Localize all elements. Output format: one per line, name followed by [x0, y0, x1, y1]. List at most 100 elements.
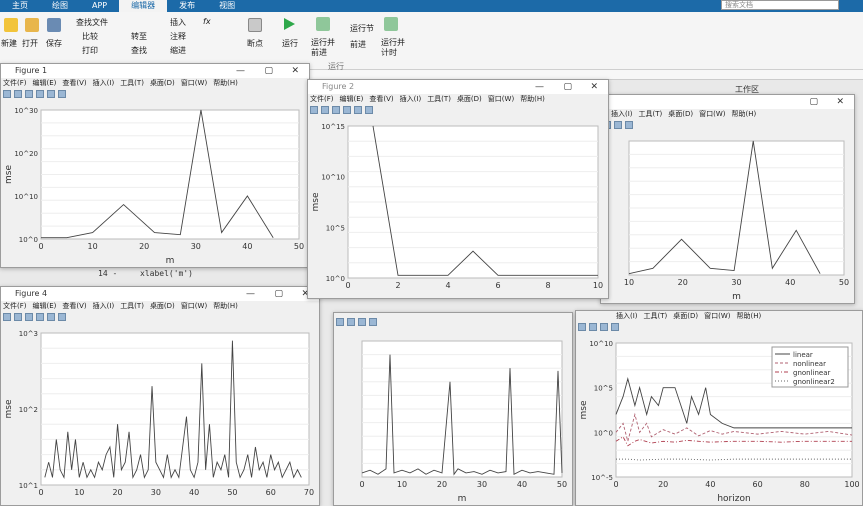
- tool-icon[interactable]: [347, 318, 355, 326]
- figure-1-window[interactable]: Figure 1— ▢ ✕ 文件(F) 编辑(E) 查看(V) 插入(I) 工具(T) 桌面(…: [0, 63, 310, 268]
- tool-icon[interactable]: [58, 90, 66, 98]
- menu-file[interactable]: 文件(F): [310, 95, 334, 103]
- menu-window[interactable]: 窗口(W): [699, 110, 725, 118]
- open-button[interactable]: 打开: [22, 38, 38, 49]
- figure-5-window[interactable]: 0 10 20 30 40 50 m: [333, 312, 573, 506]
- run-section-button[interactable]: 运行节: [350, 23, 374, 34]
- advance-button[interactable]: 前进: [350, 39, 366, 50]
- menu-view[interactable]: 查看(V): [62, 79, 86, 87]
- menu-window[interactable]: 窗口(W): [181, 302, 207, 310]
- menu-file[interactable]: 文件(F): [3, 302, 27, 310]
- tool-icon[interactable]: [578, 323, 586, 331]
- figure-1-toolbar: [1, 89, 309, 99]
- indent-button[interactable]: 缩进: [170, 45, 186, 56]
- find-button[interactable]: 查找: [131, 45, 147, 56]
- x-tick-label: 20: [437, 480, 447, 489]
- menu-desktop[interactable]: 桌面(D): [150, 79, 175, 87]
- menu-help[interactable]: 帮助(H): [520, 95, 545, 103]
- tool-icon[interactable]: [358, 318, 366, 326]
- fx-button[interactable]: fx: [203, 17, 211, 26]
- menu-tools[interactable]: 工具(T): [120, 79, 144, 87]
- menu-window[interactable]: 窗口(W): [181, 79, 207, 87]
- tool-icon[interactable]: [614, 121, 622, 129]
- save-button[interactable]: 保存: [46, 38, 62, 49]
- tool-icon[interactable]: [321, 106, 329, 114]
- menu-insert[interactable]: 插入(I): [93, 79, 115, 87]
- new-button[interactable]: 新建: [1, 38, 17, 49]
- tool-icon[interactable]: [343, 106, 351, 114]
- menu-help[interactable]: 帮助(H): [213, 79, 238, 87]
- tool-icon[interactable]: [47, 313, 55, 321]
- tool-icon[interactable]: [36, 313, 44, 321]
- menu-desktop[interactable]: 桌面(D): [673, 312, 698, 320]
- comment-button[interactable]: 注释: [170, 31, 186, 42]
- menu-desktop[interactable]: 桌面(D): [150, 302, 175, 310]
- y-tick-label: 10^0: [594, 429, 613, 437]
- figure-6-window[interactable]: 插入(I) 工具(T) 桌面(D) 窗口(W) 帮助(H) 0 20 40 60 80 100 10…: [575, 310, 863, 506]
- tool-icon[interactable]: [600, 323, 608, 331]
- figure-2-window[interactable]: Figure 2— ▢ ✕ 文件(F) 编辑(E) 查看(V) 插入(I) 工具(T) 桌面(…: [307, 79, 609, 299]
- menu-insert[interactable]: 插入(I): [400, 95, 422, 103]
- tool-icon[interactable]: [365, 106, 373, 114]
- menu-insert[interactable]: 插入(I): [616, 312, 638, 320]
- tool-icon[interactable]: [332, 106, 340, 114]
- goto-button[interactable]: 转至: [131, 31, 147, 42]
- tool-icon[interactable]: [25, 90, 33, 98]
- tool-icon[interactable]: [58, 313, 66, 321]
- compare-button[interactable]: 比较: [82, 31, 98, 42]
- tool-icon[interactable]: [611, 323, 619, 331]
- tool-icon[interactable]: [589, 323, 597, 331]
- print-button[interactable]: 打印: [82, 45, 98, 56]
- menu-tools[interactable]: 工具(T): [120, 302, 144, 310]
- tool-icon[interactable]: [336, 318, 344, 326]
- menu-help[interactable]: 帮助(H): [213, 302, 238, 310]
- menu-tools[interactable]: 工具(T): [644, 312, 668, 320]
- tool-icon[interactable]: [47, 90, 55, 98]
- tool-icon[interactable]: [25, 313, 33, 321]
- tool-icon[interactable]: [625, 121, 633, 129]
- tool-icon[interactable]: [14, 90, 22, 98]
- tab-plots[interactable]: 绘图: [40, 0, 80, 12]
- find-file-button[interactable]: 查找文件: [76, 17, 108, 28]
- menu-insert[interactable]: 插入(I): [93, 302, 115, 310]
- menu-tools[interactable]: 工具(T): [639, 110, 663, 118]
- tool-icon[interactable]: [354, 106, 362, 114]
- menu-help[interactable]: 帮助(H): [737, 312, 762, 320]
- figure-4-window[interactable]: Figure 4— ▢ ✕ 文件(F) 编辑(E) 查看(V) 插入(I) 工具(T) 桌面(…: [0, 286, 320, 506]
- breakpoint-button[interactable]: 断点: [247, 38, 263, 49]
- run-time-button[interactable]: 运行并 计时: [381, 38, 405, 58]
- tab-view[interactable]: 视图: [207, 0, 247, 12]
- tool-icon[interactable]: [3, 90, 11, 98]
- menu-desktop[interactable]: 桌面(D): [668, 110, 693, 118]
- tool-icon[interactable]: [14, 313, 22, 321]
- figure-4-title: Figure 4: [15, 289, 48, 298]
- run-advance-button[interactable]: 运行并 前进: [311, 38, 335, 58]
- tool-icon[interactable]: [369, 318, 377, 326]
- menu-edit[interactable]: 编辑(E): [33, 79, 57, 87]
- menu-edit[interactable]: 编辑(E): [33, 302, 57, 310]
- menu-window[interactable]: 窗口(W): [488, 95, 514, 103]
- search-input[interactable]: 搜索文档: [721, 0, 839, 10]
- menu-help[interactable]: 帮助(H): [732, 110, 757, 118]
- menu-window[interactable]: 窗口(W): [704, 312, 730, 320]
- run-button[interactable]: 运行: [282, 38, 298, 49]
- tab-editor[interactable]: 编辑器: [119, 0, 168, 12]
- y-tick-label: 10^0: [326, 275, 345, 283]
- menu-tools[interactable]: 工具(T): [427, 95, 451, 103]
- tool-icon[interactable]: [3, 313, 11, 321]
- menu-insert[interactable]: 插入(I): [611, 110, 633, 118]
- breakpoint-icon: [248, 18, 262, 32]
- tab-publish[interactable]: 发布: [167, 0, 207, 12]
- tab-home[interactable]: 主页: [0, 0, 40, 12]
- menu-view[interactable]: 查看(V): [62, 302, 86, 310]
- tool-icon[interactable]: [310, 106, 318, 114]
- tool-icon[interactable]: [36, 90, 44, 98]
- menu-edit[interactable]: 编辑(E): [340, 95, 364, 103]
- menu-view[interactable]: 查看(V): [369, 95, 393, 103]
- menu-file[interactable]: 文件(F): [3, 79, 27, 87]
- tab-apps[interactable]: APP: [80, 0, 119, 12]
- menu-desktop[interactable]: 桌面(D): [457, 95, 482, 103]
- figure-3-window[interactable]: ▢ ✕ 插入(I) 工具(T) 桌面(D) 窗口(W) 帮助(H) 10 20 30 40 50 m: [600, 94, 855, 304]
- x-tick-label: 80: [800, 480, 810, 489]
- insert-button[interactable]: 插入: [170, 17, 186, 28]
